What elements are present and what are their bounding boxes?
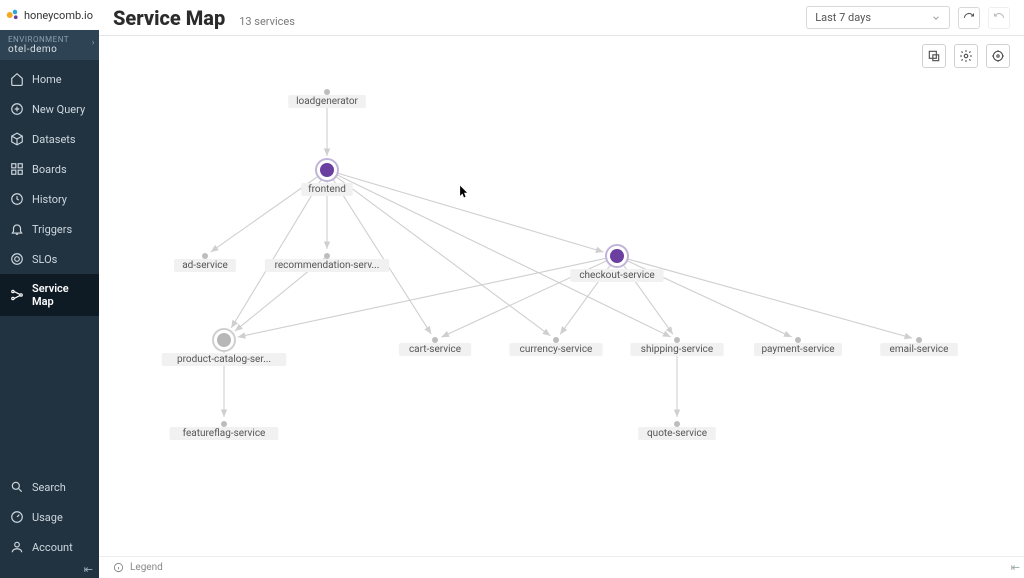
graph-edge [231, 179, 322, 328]
time-range-value: Last 7 days [815, 11, 871, 24]
nav-bottom: Search Usage Account [0, 468, 99, 562]
service-node-label: shipping-service [641, 344, 713, 355]
sidebar-item-label: Usage [32, 511, 63, 524]
time-range-selector[interactable]: Last 7 days [806, 6, 950, 29]
service-node-quote-service[interactable]: quote-service [638, 421, 716, 440]
redo-button [988, 7, 1010, 29]
service-node-label: email-service [890, 344, 949, 355]
service-node-label: loadgenerator [296, 96, 358, 107]
service-node-featureflag-service[interactable]: featureflag-service [170, 421, 279, 440]
graph-edge [335, 176, 550, 336]
refresh-button[interactable] [958, 7, 980, 29]
home-icon [10, 72, 24, 86]
collapse-sidebar-button[interactable]: ⇤ [84, 563, 93, 576]
service-node-label: quote-service [647, 428, 707, 439]
main-area: Service Map 13 services Last 7 days [99, 0, 1024, 578]
service-node-payment-service[interactable]: payment-service [754, 337, 842, 356]
refresh-icon [963, 12, 975, 24]
sidebar: honeycomb.io ENVIRONMENT otel-demo › Hom… [0, 0, 99, 578]
footer: Legend [99, 556, 1024, 578]
collapse-right-panel-button[interactable]: ⇤ [1011, 561, 1020, 574]
service-node-label: cart-service [409, 344, 461, 355]
graph-edge [332, 178, 431, 334]
sidebar-item-label: Search [32, 481, 66, 494]
service-node-loadgenerator[interactable]: loadgenerator [288, 89, 366, 108]
service-graph[interactable]: loadgenerator frontend ad-service recommend… [99, 36, 1024, 556]
service-node-frontend[interactable]: frontend [301, 159, 353, 196]
chevron-right-icon: › [92, 38, 95, 48]
sidebar-item-home[interactable]: Home [0, 64, 99, 94]
service-node-label: currency-service [520, 344, 593, 355]
redo-icon [993, 12, 1005, 24]
brand-logo[interactable]: honeycomb.io [0, 0, 99, 30]
service-node-cart-service[interactable]: cart-service [399, 337, 471, 356]
service-node-label: recommendation-serv... [275, 260, 380, 271]
brand-text: honeycomb.io [24, 9, 93, 22]
sidebar-item-label: Service Map [32, 282, 89, 308]
sidebar-item-account[interactable]: Account [0, 532, 99, 562]
sidebar-item-history[interactable]: History [0, 184, 99, 214]
clock-icon [10, 192, 24, 206]
user-icon [10, 540, 24, 554]
service-node-label: product-catalog-ser... [177, 354, 271, 365]
sidebar-item-new-query[interactable]: New Query [0, 94, 99, 124]
sidebar-item-datasets[interactable]: Datasets [0, 124, 99, 154]
gauge-icon [10, 510, 24, 524]
bell-icon [10, 222, 24, 236]
sidebar-item-boards[interactable]: Boards [0, 154, 99, 184]
graph-icon [10, 288, 24, 302]
sidebar-item-label: Datasets [32, 133, 76, 146]
environment-selector[interactable]: ENVIRONMENT otel-demo › [0, 30, 99, 60]
service-node-label: ad-service [182, 260, 228, 271]
service-node-label: checkout-service [579, 270, 654, 281]
service-map-canvas[interactable]: loadgenerator frontend ad-service recommend… [99, 36, 1024, 556]
sidebar-item-label: Triggers [32, 223, 72, 236]
service-node-label: payment-service [761, 344, 834, 355]
target-icon [10, 252, 24, 266]
mouse-cursor [459, 184, 469, 198]
plus-circle-icon [10, 102, 24, 116]
service-node-recommendation-service[interactable]: recommendation-serv... [265, 253, 389, 272]
sidebar-item-label: Account [32, 541, 73, 554]
page-title: Service Map [113, 6, 225, 30]
service-node-currency-service[interactable]: currency-service [509, 337, 602, 356]
sidebar-item-label: SLOs [32, 253, 57, 266]
chevron-down-icon [931, 13, 941, 23]
sidebar-item-slos[interactable]: SLOs [0, 244, 99, 274]
sidebar-item-triggers[interactable]: Triggers [0, 214, 99, 244]
sidebar-item-label: History [32, 193, 67, 206]
legend-toggle[interactable]: Legend [130, 562, 163, 573]
nav-main: Home New Query Datasets Boards History T… [0, 60, 99, 316]
cube-icon [10, 132, 24, 146]
grid-icon [10, 162, 24, 176]
service-count: 13 services [239, 15, 295, 28]
graph-edge [337, 173, 604, 252]
sidebar-item-label: New Query [32, 103, 85, 116]
service-node-shipping-service[interactable]: shipping-service [630, 337, 723, 356]
service-node-email-service[interactable]: email-service [880, 337, 958, 356]
environment-value: otel-demo [8, 44, 91, 55]
service-node-product-catalog-service[interactable]: product-catalog-ser... [162, 329, 286, 366]
honeycomb-logo-icon [6, 7, 21, 23]
service-node-label: frontend [308, 183, 346, 195]
service-node-label: featureflag-service [183, 427, 266, 439]
header: Service Map 13 services Last 7 days [99, 0, 1024, 36]
info-icon [113, 562, 124, 573]
sidebar-item-usage[interactable]: Usage [0, 502, 99, 532]
service-node-ad-service[interactable]: ad-service [174, 253, 236, 272]
sidebar-item-search[interactable]: Search [0, 472, 99, 502]
search-icon [10, 480, 24, 494]
sidebar-item-service-map[interactable]: Service Map [0, 274, 99, 316]
sidebar-item-label: Boards [32, 163, 67, 176]
environment-label: ENVIRONMENT [8, 35, 91, 44]
sidebar-item-label: Home [32, 73, 62, 86]
